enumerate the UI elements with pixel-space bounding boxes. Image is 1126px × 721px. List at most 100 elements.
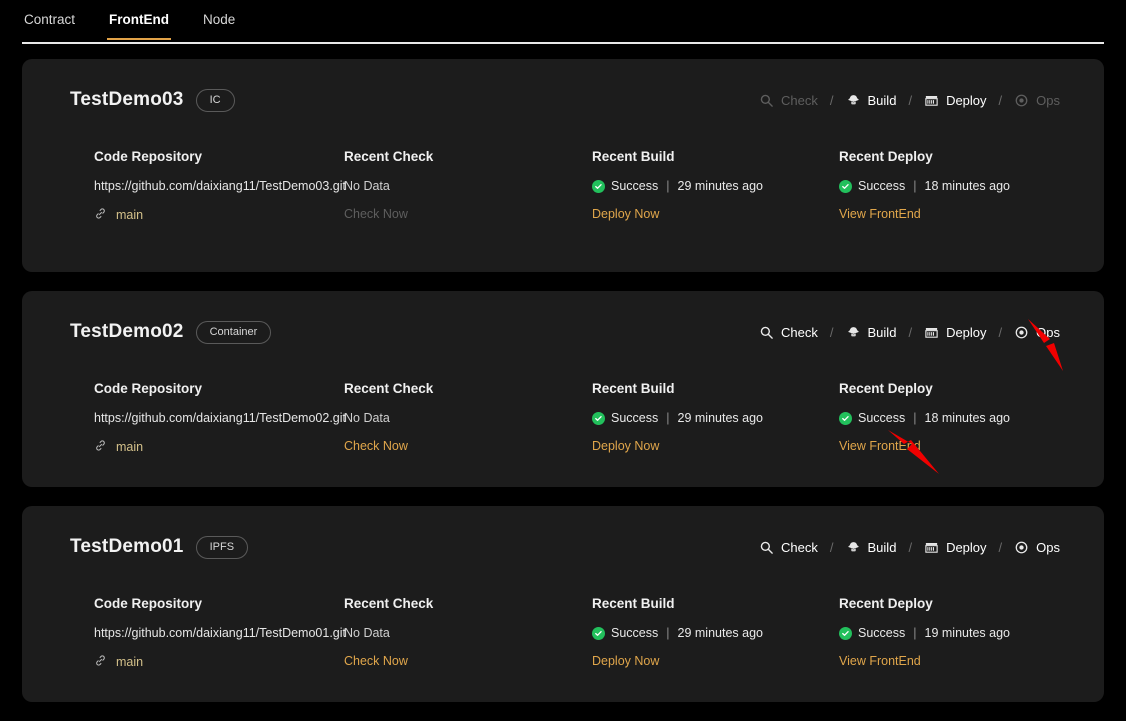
link-icon [94,207,109,222]
action-separator: / [998,539,1003,555]
check-action-label: Check [781,539,818,555]
status-separator: | [913,626,917,640]
search-icon [759,540,774,555]
action-separator: / [829,324,834,340]
card-title-group: TestDemo02 Container [48,320,272,344]
search-icon [759,93,774,108]
code-repository-column: Code Repository https://github.com/daixi… [94,596,346,669]
column-header: Recent Build [592,149,675,164]
card-title-group: TestDemo03 IC [48,88,235,112]
build-action-label: Build [867,324,897,340]
deploy-action-button[interactable]: Deploy [924,540,987,555]
page-title: TestDemo01 [70,536,184,557]
card-title-group: TestDemo01 IPFS [48,535,249,559]
branch-row: main [94,439,344,454]
target-icon [1014,93,1029,108]
check-action-button[interactable]: Check [759,93,818,108]
helmet-icon [846,540,861,555]
action-separator: / [829,92,834,108]
build-status-row: Success | 29 minutes ago [592,411,839,425]
tab-bar-divider [22,42,1104,44]
recent-deploy-column: Recent Deploy Success | 18 minutes ago V… [839,149,1079,222]
target-icon [1014,540,1029,555]
check-action-label: Check [781,324,818,340]
recent-deploy-column: Recent Deploy Success | 18 minutes ago V… [839,381,1079,454]
check-status: No Data [344,179,390,193]
code-repository-column: Code Repository https://github.com/daixi… [94,149,346,222]
check-now-link[interactable]: Check Now [344,439,592,453]
ops-action-label: Ops [1036,324,1060,340]
check-now-link[interactable]: Check Now [344,654,592,668]
deploy-status-text: Success [858,626,906,640]
build-status-text: Success [611,626,659,640]
build-action-button[interactable]: Build [846,539,897,555]
build-action-button[interactable]: Build [846,92,897,108]
action-separator: / [908,539,913,555]
build-status-text: Success [611,179,659,193]
status-badge: IPFS [195,535,249,559]
deploy-now-link[interactable]: Deploy Now [592,207,839,221]
server-rack-icon [924,325,939,340]
check-circle-icon [592,179,605,193]
action-separator: / [908,324,913,340]
helmet-icon [846,325,861,340]
deploy-action-button[interactable]: Deploy [924,93,987,108]
build-timestamp: 29 minutes ago [677,179,763,193]
action-separator: / [829,539,834,555]
build-status-text: Success [611,411,659,425]
check-action-button[interactable]: Check [759,325,818,340]
action-separator: / [998,324,1003,340]
build-action-button[interactable]: Build [846,324,897,340]
status-separator: | [666,626,670,640]
column-header: Code Repository [94,596,203,611]
deploy-timestamp: 18 minutes ago [924,179,1010,193]
check-action-button[interactable]: Check [759,540,818,555]
action-separator: / [908,92,913,108]
branch-name: main [116,654,144,669]
recent-build-column: Recent Build Success | 29 minutes ago De… [592,381,839,454]
deploy-now-link[interactable]: Deploy Now [592,439,839,453]
view-frontend-link[interactable]: View FrontEnd [839,439,1079,453]
branch-row: main [94,207,344,222]
card-detail-columns: Code Repository https://github.com/daixi… [48,381,1078,454]
tab-frontend[interactable]: FrontEnd [107,12,172,40]
deploy-timestamp: 19 minutes ago [924,626,1010,640]
deploy-status-row: Success | 18 minutes ago [839,179,1079,193]
ops-action-button[interactable]: Ops [1014,325,1060,340]
link-icon [94,439,109,454]
status-separator: | [666,411,670,425]
ops-action-button[interactable]: Ops [1014,540,1060,555]
column-header: Recent Check [344,596,434,611]
ops-action-button[interactable]: Ops [1014,93,1060,108]
status-badge: IC [195,88,235,112]
helmet-icon [846,93,861,108]
server-rack-icon [924,540,939,555]
check-now-link[interactable]: Check Now [344,207,592,221]
card-detail-columns: Code Repository https://github.com/daixi… [48,149,1078,222]
deploy-action-button[interactable]: Deploy [924,325,987,340]
recent-check-column: Recent Check No Data Check Now [344,149,592,222]
check-status: No Data [344,626,390,640]
column-header: Code Repository [94,381,203,396]
view-frontend-link[interactable]: View FrontEnd [839,654,1079,668]
deploy-status-row: Success | 18 minutes ago [839,411,1079,425]
tab-contract[interactable]: Contract [22,12,77,40]
target-icon [1014,325,1029,340]
page-title: TestDemo03 [70,89,184,110]
repository-url[interactable]: https://github.com/daixiang11/TestDemo02… [94,411,346,425]
check-circle-icon [592,626,605,640]
repository-url[interactable]: https://github.com/daixiang11/TestDemo03… [94,179,346,193]
build-action-label: Build [867,539,897,555]
ops-action-label: Ops [1036,539,1060,555]
build-action-label: Build [867,92,897,108]
card-action-bar: Check / Build / Deploy / Ops [759,325,1078,340]
column-header: Recent Build [592,381,675,396]
project-card: TestDemo01 IPFS Check / Build / Deploy /… [22,506,1104,702]
card-action-bar: Check / Build / Deploy / Ops [759,93,1078,108]
check-circle-icon [592,411,605,425]
tab-node[interactable]: Node [201,12,237,40]
deploy-now-link[interactable]: Deploy Now [592,654,839,668]
repository-url[interactable]: https://github.com/daixiang11/TestDemo01… [94,626,346,640]
view-frontend-link[interactable]: View FrontEnd [839,207,1079,221]
link-icon [94,654,109,669]
